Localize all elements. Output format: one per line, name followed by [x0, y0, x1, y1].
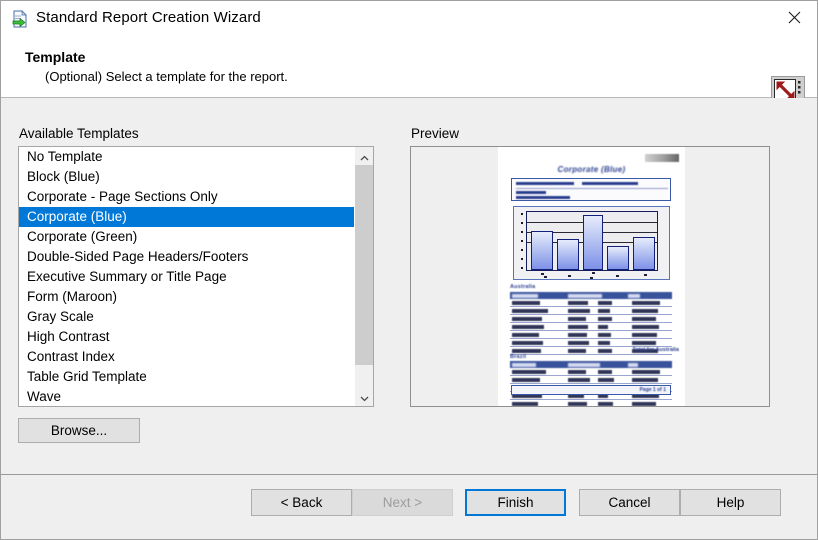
- table-row: [510, 339, 672, 347]
- list-item[interactable]: High Contrast: [19, 327, 355, 347]
- thumbnail-table-1-header: [510, 292, 672, 299]
- list-item[interactable]: Corporate (Blue): [19, 207, 355, 227]
- list-item[interactable]: Form (Maroon): [19, 287, 355, 307]
- wizard-footer: < Back Next > Finish Cancel Help: [1, 475, 817, 539]
- scrollbar-track[interactable]: [355, 165, 373, 388]
- scroll-down-button[interactable]: [355, 388, 373, 406]
- thumbnail-logo: [645, 154, 679, 162]
- table-row: [510, 307, 672, 315]
- thumbnail-report-title: Corporate (Blue): [498, 165, 685, 174]
- close-button[interactable]: [771, 1, 817, 34]
- thumbnail-chart: [513, 206, 670, 280]
- thumbnail-table-1: [510, 292, 672, 355]
- page-title: Template: [25, 49, 85, 65]
- thumbnail-section-1-title: Australia: [510, 284, 535, 290]
- window-title: Standard Report Creation Wizard: [36, 9, 261, 26]
- browse-button[interactable]: Browse...: [18, 418, 140, 443]
- list-item[interactable]: Gray Scale: [19, 307, 355, 327]
- wizard-body: Available Templates Preview No TemplateB…: [1, 98, 817, 475]
- list-item[interactable]: Corporate (Green): [19, 227, 355, 247]
- templates-list: No TemplateBlock (Blue)Corporate - Page …: [19, 147, 355, 407]
- thumbnail-table-2-header: [510, 361, 672, 368]
- thumbnail-header-box: [511, 178, 671, 201]
- table-row: [510, 376, 672, 384]
- table-row: [510, 331, 672, 339]
- available-templates-label: Available Templates: [19, 126, 139, 141]
- back-button[interactable]: < Back: [251, 489, 352, 516]
- wizard-dialog: Standard Report Creation Wizard Template…: [0, 0, 818, 540]
- scroll-up-button[interactable]: [355, 147, 373, 165]
- templates-listbox[interactable]: No TemplateBlock (Blue)Corporate - Page …: [18, 146, 374, 407]
- templates-scrollbar[interactable]: [354, 147, 373, 406]
- chevron-up-icon: [360, 149, 369, 164]
- list-item[interactable]: Contrast Index: [19, 347, 355, 367]
- wizard-header: Template (Optional) Select a template fo…: [1, 36, 817, 98]
- page-subtitle: (Optional) Select a template for the rep…: [45, 69, 288, 84]
- thumbnail-chart-plot: [526, 211, 658, 271]
- table-row: [510, 323, 672, 331]
- list-item[interactable]: Table Grid Template: [19, 367, 355, 387]
- thumbnail-table-2: [510, 361, 672, 407]
- chevron-down-icon: [360, 390, 369, 405]
- list-item[interactable]: No Template: [19, 147, 355, 167]
- thumbnail-footer-text: Page 1 of 1: [640, 387, 666, 393]
- list-item[interactable]: Wave: [19, 387, 355, 407]
- thumbnail-section-2-title: Brazil: [510, 354, 526, 360]
- help-button[interactable]: Help: [680, 489, 781, 516]
- list-item[interactable]: Double-Sided Page Headers/Footers: [19, 247, 355, 267]
- list-item[interactable]: Executive Summary or Title Page: [19, 267, 355, 287]
- thumbnail-footer: Page 1 of 1: [511, 385, 671, 395]
- table-row: [510, 315, 672, 323]
- thumbnail-section-1-total: Total for Australia: [633, 347, 679, 353]
- cancel-button[interactable]: Cancel: [579, 489, 680, 516]
- next-button: Next >: [352, 489, 453, 516]
- report-document-icon: [12, 10, 29, 28]
- list-item[interactable]: Block (Blue): [19, 167, 355, 187]
- list-item[interactable]: Corporate - Page Sections Only: [19, 187, 355, 207]
- finish-button[interactable]: Finish: [465, 489, 566, 516]
- preview-panel: Corporate (Blue): [410, 146, 770, 407]
- preview-label: Preview: [411, 126, 459, 141]
- title-bar: Standard Report Creation Wizard: [1, 1, 817, 36]
- scrollbar-thumb[interactable]: [355, 165, 373, 365]
- close-icon: [788, 11, 801, 24]
- preview-page-thumbnail: Corporate (Blue): [498, 147, 685, 406]
- table-row: [510, 299, 672, 307]
- table-row: [510, 400, 672, 407]
- table-row: [510, 368, 672, 376]
